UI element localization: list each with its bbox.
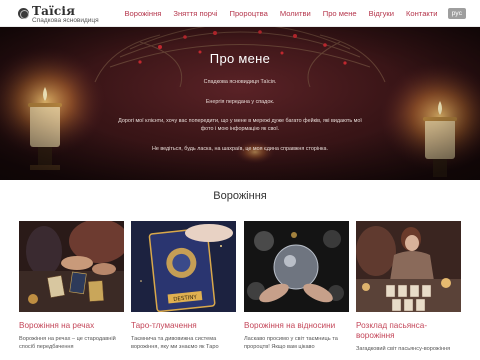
brand-subtitle: Спадкова ясновидиця	[32, 17, 99, 24]
language-switch-button[interactable]: рус	[447, 8, 466, 19]
nav-item-contacts[interactable]: Контакти	[406, 9, 438, 18]
nav-item-prophecies[interactable]: Пророцтва	[229, 9, 267, 18]
service-card[interactable]: Ворожіння на речах Ворожіння на речах – …	[19, 221, 124, 351]
fortune-teller-hands-cards-image	[19, 221, 124, 312]
card-description: Загадковий світ пасьянсу-ворожіння	[356, 346, 451, 352]
card-description: Ласкаво просимо у світ таємниць та проро…	[244, 336, 338, 350]
about-title: Про мене	[209, 51, 271, 66]
nav-item-reviews[interactable]: Відгуки	[369, 9, 394, 18]
section-title-fortune-telling: Ворожіння	[213, 190, 267, 202]
site-logo[interactable]: Таїсія Спадкова ясновидиця	[18, 5, 99, 25]
tarot-destiny-card-image: DESTINY	[131, 221, 236, 312]
about-paragraph-1: Спадкова ясновидиця Таїсія.	[203, 79, 277, 85]
about-hero-banner: Про мене Спадкова ясновидиця Таїсія. Ене…	[0, 27, 480, 180]
card-title[interactable]: Ворожіння на речах	[19, 321, 124, 331]
card-image[interactable]	[19, 221, 124, 312]
service-card[interactable]: DESTINY Таро-тлумачення Таємнича та диво…	[131, 221, 236, 351]
service-card[interactable]: Розклад пасьянса-ворожіння Загадковий св…	[356, 221, 461, 353]
card-description: Таємнича та дивовижна система ворожіння,…	[131, 336, 219, 350]
woman-laying-cards-image	[356, 221, 461, 312]
brand-name: Таїсія	[32, 4, 76, 18]
nav-item-fortune-telling[interactable]: Ворожіння	[124, 9, 161, 18]
card-title[interactable]: Розклад пасьянса-ворожіння	[356, 321, 461, 341]
card-title[interactable]: Ворожіння на відносини	[244, 321, 349, 331]
about-paragraph-2: Енергія передана у спадок.	[205, 99, 275, 105]
card-image[interactable]	[356, 221, 461, 312]
crystal-ball-hands-image	[244, 221, 349, 312]
main-nav: Ворожіння Зняття порчі Пророцтва Молитви…	[112, 8, 466, 19]
nav-item-prayers[interactable]: Молитви	[280, 9, 311, 18]
card-image[interactable]	[244, 221, 349, 312]
logo-emblem-icon	[18, 8, 29, 19]
site-header: Таїсія Спадкова ясновидиця Ворожіння Зня…	[0, 0, 480, 27]
about-paragraph-4: Не ведіться, будь ласка, на шахраїв, це …	[151, 146, 329, 152]
service-card[interactable]: Ворожіння на відносини Ласкаво просимо у…	[244, 221, 349, 351]
nav-item-curse-removal[interactable]: Зняття порчі	[173, 9, 217, 18]
card-title[interactable]: Таро-тлумачення	[131, 321, 236, 331]
nav-item-about[interactable]: Про мене	[323, 9, 357, 18]
card-image[interactable]: DESTINY	[131, 221, 236, 312]
about-paragraph-3: Дорогі мої клієнти, хочу вас попередити,…	[118, 118, 362, 132]
card-description: Ворожіння на речах – це стародавній спос…	[19, 336, 116, 350]
